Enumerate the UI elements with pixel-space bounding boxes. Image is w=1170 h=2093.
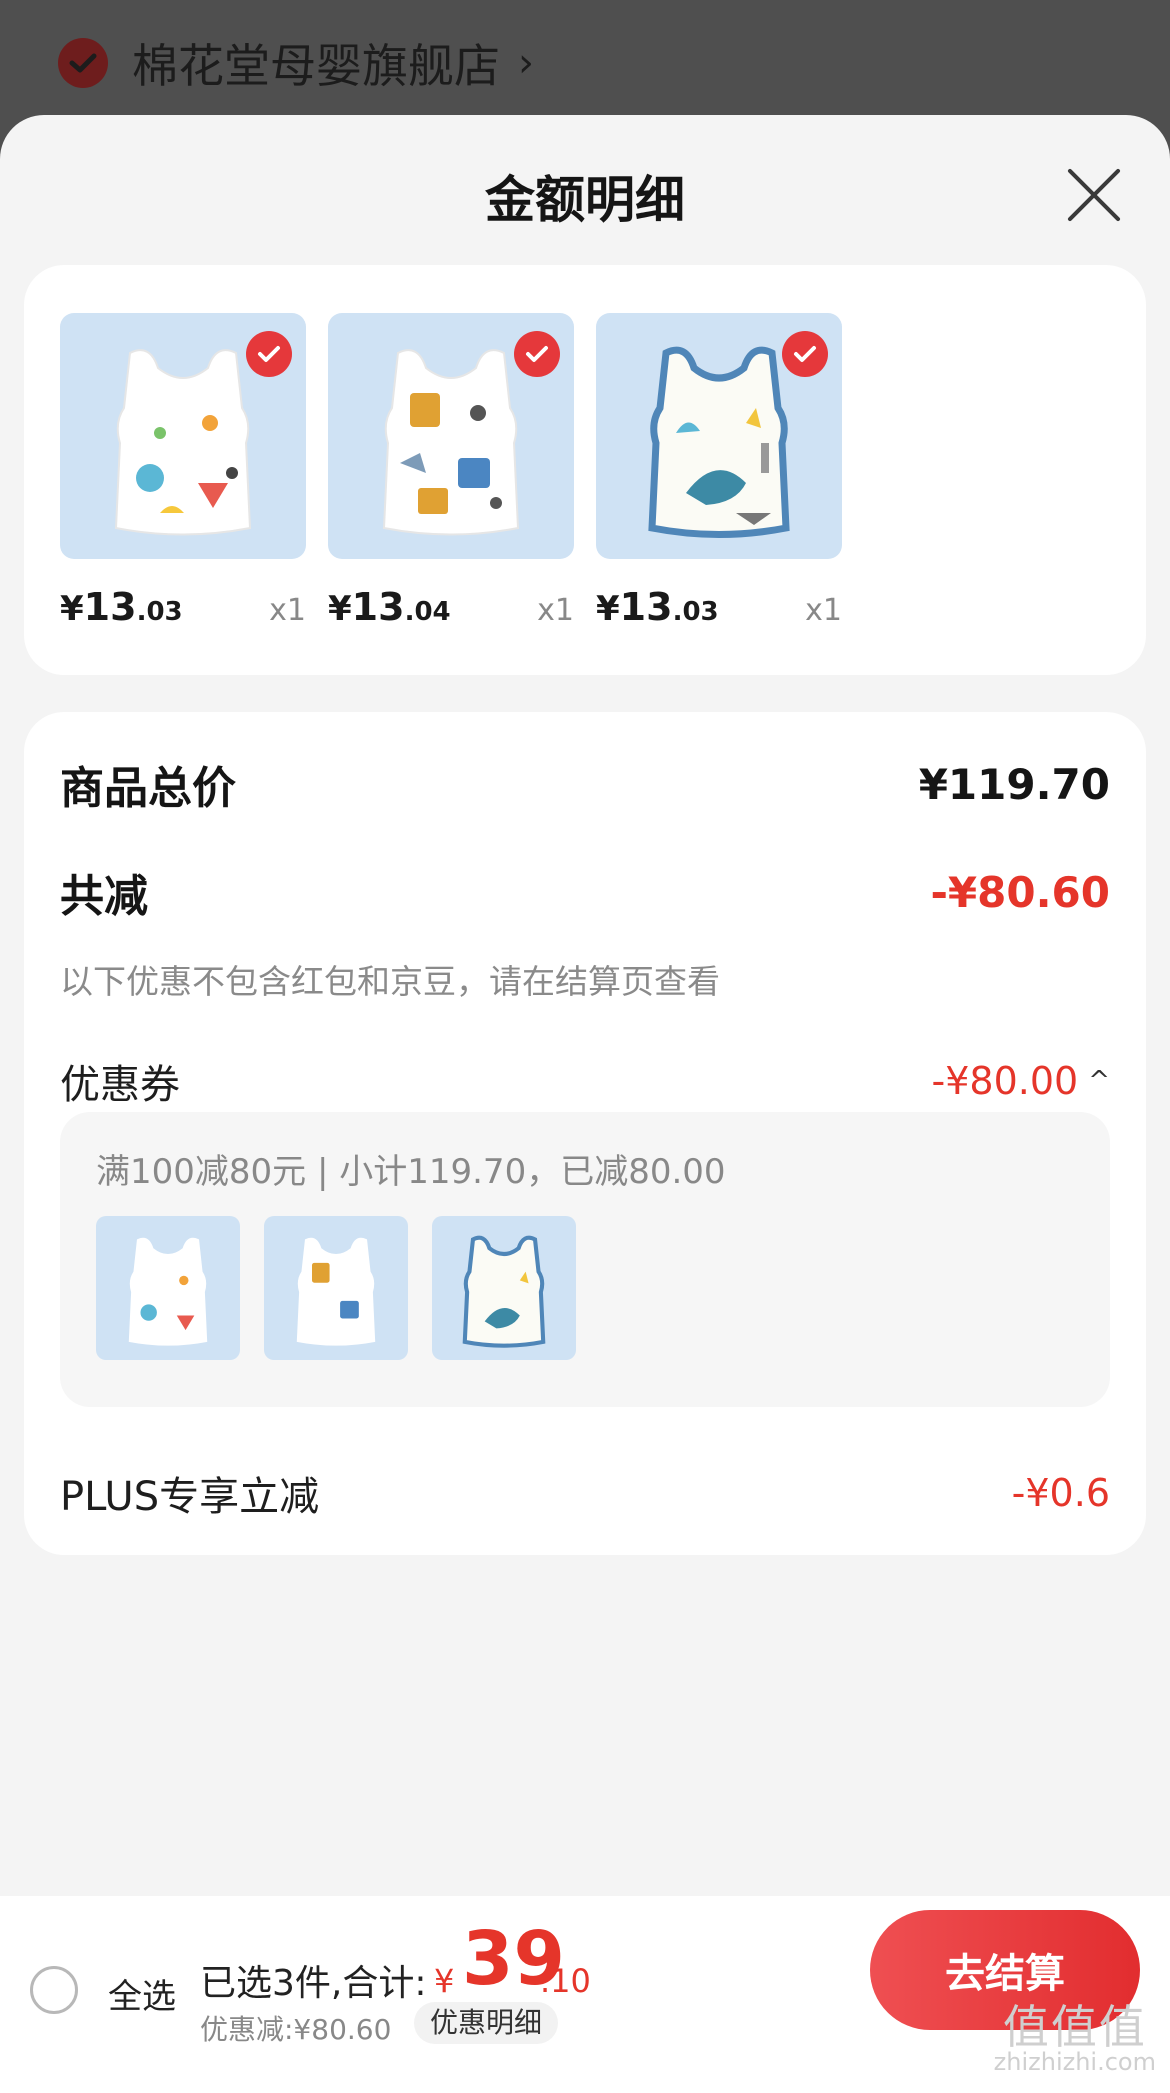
product-image[interactable] xyxy=(328,313,574,559)
reduction-value: -¥80.60 xyxy=(930,867,1110,917)
plus-discount-value: -¥0.6 xyxy=(1011,1471,1110,1515)
product-image[interactable] xyxy=(596,313,842,559)
reduction-row: 共减 -¥80.60 xyxy=(60,860,1110,924)
product-price: ¥13.03 xyxy=(596,585,719,629)
chevron-up-icon[interactable]: ^ xyxy=(1088,1066,1110,1096)
select-all-radio[interactable] xyxy=(30,1966,78,2014)
watermark: 值值值 zhizhizhi.com xyxy=(993,2000,1156,2076)
total-decimal: .10 xyxy=(540,1962,591,2000)
product-image[interactable] xyxy=(60,313,306,559)
product-item[interactable]: ¥13.04 x1 xyxy=(328,313,574,629)
product-quantity: x1 xyxy=(537,593,574,628)
selected-count-text: 已选3件,合计: xyxy=(200,1963,427,2004)
discount-text: 优惠减:¥80.60 xyxy=(200,2013,392,2046)
store-name[interactable]: 棉花堂母婴旗舰店 xyxy=(132,30,500,96)
store-check-icon[interactable] xyxy=(58,37,108,88)
selected-check-icon[interactable] xyxy=(246,331,292,377)
product-quantity: x1 xyxy=(805,593,842,628)
coupon-description: 满100减80元 | 小计119.70，已减80.00 xyxy=(96,1152,726,1192)
amount-detail-sheet: 金额明细 ¥13.03 x1 ¥13.04 x1 ¥13.03 x1 商品总价 … xyxy=(0,115,1170,2093)
reduction-note: 以下优惠不包含红包和京豆，请在结算页查看 xyxy=(60,962,720,1001)
coupon-value[interactable]: -¥80.00 ^ xyxy=(932,1059,1110,1103)
price-summary-card: 商品总价 ¥119.70 共减 -¥80.60 以下优惠不包含红包和京豆，请在结… xyxy=(24,712,1146,1555)
total-currency: ¥ xyxy=(434,1962,455,2000)
chevron-right-icon: › xyxy=(518,39,534,86)
goods-total-value: ¥119.70 xyxy=(918,759,1110,809)
selected-check-icon[interactable] xyxy=(782,331,828,377)
plus-discount-label: PLUS专享立减 xyxy=(60,1474,320,1520)
coupon-row[interactable]: 优惠券 -¥80.00 ^ xyxy=(60,1052,1110,1110)
plus-discount-row: PLUS专享立减 -¥0.6 xyxy=(60,1464,1110,1522)
checkout-bar: 全选 已选3件,合计: ¥ 39 .10 优惠减:¥80.60 优惠明细 去结算… xyxy=(0,1896,1170,2093)
product-price: ¥13.03 xyxy=(60,585,183,629)
products-card: ¥13.03 x1 ¥13.04 x1 ¥13.03 x1 xyxy=(24,265,1146,675)
coupon-label: 优惠券 xyxy=(60,1062,180,1108)
reduction-label: 共减 xyxy=(60,871,148,922)
store-header[interactable]: 棉花堂母婴旗舰店 › xyxy=(0,0,1170,125)
coupon-product-thumb xyxy=(432,1216,576,1360)
sheet-title: 金额明细 xyxy=(485,171,685,229)
coupon-detail-box: 满100减80元 | 小计119.70，已减80.00 xyxy=(60,1112,1110,1407)
product-price: ¥13.04 xyxy=(328,585,451,629)
select-all-label[interactable]: 全选 xyxy=(108,1969,176,2018)
product-item[interactable]: ¥13.03 x1 xyxy=(60,313,306,629)
discount-detail-button[interactable]: 优惠明细 xyxy=(414,2002,559,2044)
product-item[interactable]: ¥13.03 x1 xyxy=(596,313,842,629)
product-quantity: x1 xyxy=(269,593,306,628)
close-icon[interactable] xyxy=(1062,163,1126,227)
goods-total-row: 商品总价 ¥119.70 xyxy=(60,752,1110,816)
coupon-product-thumb xyxy=(96,1216,240,1360)
selected-check-icon[interactable] xyxy=(514,331,560,377)
goods-total-label: 商品总价 xyxy=(60,763,236,814)
coupon-product-thumb xyxy=(264,1216,408,1360)
